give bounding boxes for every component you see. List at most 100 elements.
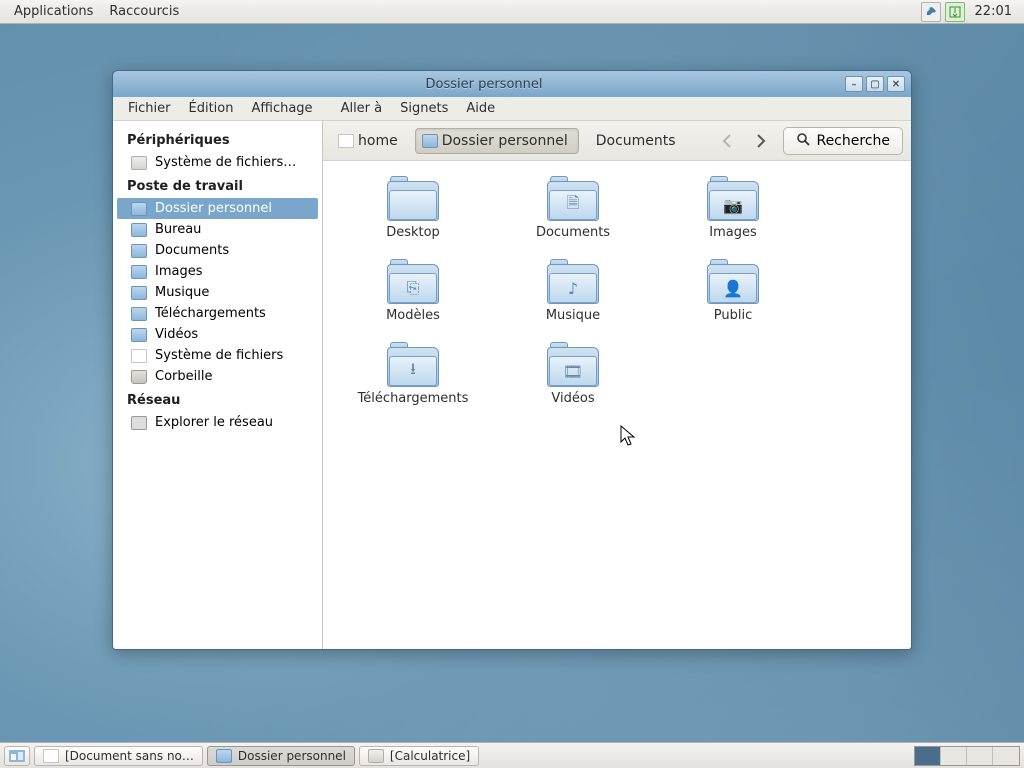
folder-label: Téléchargements — [358, 391, 469, 406]
folder-icon — [131, 244, 147, 258]
search-button-label: Recherche — [816, 133, 890, 149]
search-button[interactable]: Recherche — [783, 127, 903, 155]
computer-header: Poste de travail — [113, 173, 322, 198]
folder-icon — [131, 286, 147, 300]
path-segment-label: Documents — [596, 133, 676, 149]
menu-file[interactable]: Fichier — [119, 97, 180, 120]
sidebar-item-images[interactable]: Images — [113, 261, 322, 282]
calculator-icon — [368, 749, 384, 763]
folder-icon — [131, 328, 147, 342]
system-tray: 22:01 — [921, 2, 1018, 22]
folder-icon: ⭳ — [387, 347, 439, 387]
sidebar-item-filesystem[interactable]: Système de fichiers — [113, 345, 322, 366]
trash-icon — [131, 370, 147, 384]
folder-icon: 🗎 — [547, 181, 599, 221]
sidebar-item-downloads[interactable]: Téléchargements — [113, 303, 322, 324]
sidebar-item-label: Dossier personnel — [155, 201, 272, 216]
sidebar-item-label: Documents — [155, 243, 229, 258]
titlebar[interactable]: Dossier personnel – ▢ ✕ — [113, 71, 911, 97]
sidebar-item-desktop[interactable]: Bureau — [113, 219, 322, 240]
minimize-button[interactable]: – — [845, 76, 863, 92]
folder-item[interactable]: ⎘ Modèles — [333, 258, 493, 329]
workspace-1[interactable] — [915, 747, 941, 765]
search-icon — [796, 132, 810, 150]
task-label: [Document sans no… — [65, 749, 194, 763]
taskbar-task[interactable]: Dossier personnel — [207, 746, 355, 766]
sidebar-item-home[interactable]: Dossier personnel — [117, 198, 318, 219]
devices-header: Périphériques — [113, 127, 322, 152]
folder-icon — [216, 749, 232, 763]
workspace-switcher[interactable] — [914, 746, 1020, 766]
folder-label: Public — [714, 308, 752, 323]
folder-icon — [131, 265, 147, 279]
drive-icon — [131, 156, 147, 170]
folder-icon — [131, 223, 147, 237]
folder-item[interactable]: 👤 Public — [653, 258, 813, 329]
folder-item[interactable]: ⭳ Téléchargements — [333, 341, 493, 412]
folder-item[interactable]: ♪ Musique — [493, 258, 653, 329]
folder-icon — [131, 307, 147, 321]
folder-item[interactable]: 📷 Images — [653, 175, 813, 246]
path-segment-documents[interactable]: Documents — [585, 128, 687, 154]
workspace-3[interactable] — [967, 747, 993, 765]
sidebar-item-filesystem-root[interactable]: Système de fichiers… — [113, 152, 322, 173]
menu-help[interactable]: Aide — [457, 97, 504, 120]
folder-label: Musique — [546, 308, 600, 323]
bottom-panel: [Document sans no… Dossier personnel [Calc… — [0, 742, 1024, 768]
logout-icon[interactable] — [945, 2, 965, 22]
sidebar-item-trash[interactable]: Corbeille — [113, 366, 322, 387]
icon-view[interactable]: Desktop 🗎 Documents 📷 Images ⎘ Modèles ♪… — [323, 161, 911, 649]
document-icon — [131, 349, 147, 363]
folder-label: Desktop — [386, 225, 440, 240]
menu-view[interactable]: Affichage — [242, 97, 321, 120]
folder-label: Modèles — [386, 308, 440, 323]
folder-item[interactable]: Desktop — [333, 175, 493, 246]
show-desktop-button[interactable] — [4, 746, 30, 766]
workspace-4[interactable] — [993, 747, 1019, 765]
maximize-button[interactable]: ▢ — [866, 76, 884, 92]
shortcuts-menu[interactable]: Raccourcis — [101, 0, 187, 23]
sidebar-item-documents[interactable]: Documents — [113, 240, 322, 261]
folder-item[interactable]: 🎞 Vidéos — [493, 341, 653, 412]
home-folder-icon — [131, 202, 147, 216]
workspace-2[interactable] — [941, 747, 967, 765]
sidebar-item-label: Images — [155, 264, 203, 279]
security-icon[interactable] — [921, 2, 941, 22]
taskbar-task[interactable]: [Calculatrice] — [359, 746, 479, 766]
location-toolbar: home Dossier personnel Documents — [323, 121, 911, 161]
path-segment-home-root[interactable]: home — [331, 128, 409, 154]
menu-go[interactable]: Aller à — [332, 97, 392, 120]
document-icon — [43, 749, 59, 763]
path-segment-label: Dossier personnel — [442, 133, 568, 149]
applications-menu[interactable]: Applications — [6, 0, 101, 23]
path-segment-label: home — [358, 133, 398, 149]
sidebar-item-browse-network[interactable]: Explorer le réseau — [113, 412, 322, 433]
clock[interactable]: 22:01 — [969, 4, 1018, 19]
sidebar-item-videos[interactable]: Vidéos — [113, 324, 322, 345]
folder-icon: 📷 — [707, 181, 759, 221]
folder-label: Vidéos — [551, 391, 594, 406]
close-button[interactable]: ✕ — [887, 76, 905, 92]
nav-forward-button[interactable] — [747, 128, 773, 154]
folder-icon: ♪ — [547, 264, 599, 304]
folder-item[interactable]: 🗎 Documents — [493, 175, 653, 246]
taskbar-task[interactable]: [Document sans no… — [34, 746, 203, 766]
menu-edit[interactable]: Édition — [180, 97, 243, 120]
sidebar-item-label: Corbeille — [155, 369, 212, 384]
window-title: Dossier personnel — [123, 77, 845, 92]
path-segment-current[interactable]: Dossier personnel — [415, 128, 579, 154]
folder-icon: 🎞 — [547, 347, 599, 387]
task-label: Dossier personnel — [238, 749, 346, 763]
sidebar-item-label: Système de fichiers… — [155, 155, 296, 170]
folder-icon: ⎘ — [387, 264, 439, 304]
sidebar-item-label: Explorer le réseau — [155, 415, 273, 430]
folder-label: Images — [709, 225, 757, 240]
sidebar-item-music[interactable]: Musique — [113, 282, 322, 303]
menu-bookmarks[interactable]: Signets — [391, 97, 457, 120]
file-manager-window: Dossier personnel – ▢ ✕ Fichier Édition … — [112, 70, 912, 650]
sidebar-item-label: Bureau — [155, 222, 201, 237]
sidebar-item-label: Vidéos — [155, 327, 198, 342]
main-pane: home Dossier personnel Documents — [323, 121, 911, 649]
nav-back-button — [715, 128, 741, 154]
menubar: Fichier Édition Affichage Aller à Signet… — [113, 97, 911, 121]
